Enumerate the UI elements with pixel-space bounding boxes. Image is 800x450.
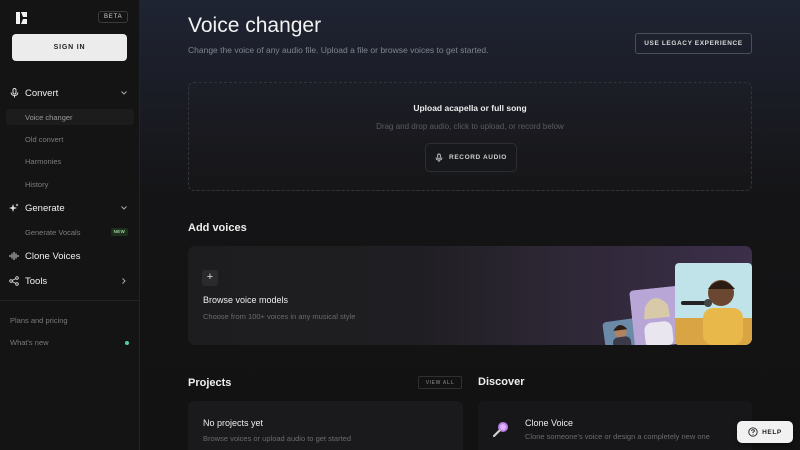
sidebar: BETA SIGN IN Convert Voice changer Old c… <box>0 0 140 450</box>
sparkle-icon <box>9 203 19 213</box>
beta-badge: BETA <box>98 11 129 23</box>
clone-voice-title: Clone Voice <box>525 418 574 428</box>
nav-section-label: Clone Voices <box>25 250 81 262</box>
sidebar-item-label: Generate Vocals <box>25 227 81 237</box>
artist-photo-large <box>675 263 752 345</box>
sidebar-item-harmonies[interactable]: Harmonies <box>6 153 134 169</box>
projects-empty-subtitle: Browse voices or upload audio to get sta… <box>203 434 352 443</box>
chevron-right-icon <box>122 278 126 284</box>
plus-icon: + <box>202 270 218 286</box>
microphone-icon <box>435 153 443 162</box>
nav-section-convert[interactable]: Convert <box>0 83 140 103</box>
record-audio-label: RECORD AUDIO <box>449 154 507 161</box>
main-content: Voice changer Change the voice of any au… <box>140 0 800 450</box>
question-icon <box>748 427 758 437</box>
chevron-down-icon <box>121 91 127 95</box>
view-all-button[interactable]: VIEW ALL <box>418 376 462 389</box>
nav-section-label: Convert <box>25 87 59 99</box>
sidebar-item-history[interactable]: History <box>6 176 134 192</box>
projects-heading: Projects <box>188 377 232 389</box>
microphone-icon <box>9 88 19 98</box>
page-title: Voice changer <box>188 14 322 37</box>
app-root: BETA SIGN IN Convert Voice changer Old c… <box>0 0 800 450</box>
help-button[interactable]: HELP <box>737 421 793 443</box>
sidebar-item-old-convert[interactable]: Old convert <box>6 131 134 147</box>
sidebar-item-voice-changer[interactable]: Voice changer <box>6 109 134 125</box>
tools-icon <box>9 276 19 286</box>
whats-new-link[interactable]: What's new <box>10 338 49 347</box>
logo-icon[interactable] <box>14 10 30 26</box>
microphone-purple-icon <box>492 422 508 438</box>
discover-heading: Discover <box>478 376 525 388</box>
projects-empty-title: No projects yet <box>203 418 264 428</box>
nav-section-generate[interactable]: Generate <box>0 198 140 218</box>
clone-voice-subtitle: Clone someone's voice or design a comple… <box>525 432 710 441</box>
new-badge: NEW <box>110 228 128 236</box>
record-audio-button[interactable]: RECORD AUDIO <box>425 143 517 172</box>
chevron-down-icon <box>121 206 127 210</box>
page-subtitle: Change the voice of any audio file. Uplo… <box>188 45 489 55</box>
use-legacy-experience-button[interactable]: USE LEGACY EXPERIENCE <box>635 33 752 54</box>
waveform-icon <box>9 251 19 261</box>
nav-section-clone-voices[interactable]: Clone Voices <box>0 246 140 266</box>
card-subtitle: Choose from 100+ voices in any musical s… <box>203 312 356 321</box>
nav-section-tools[interactable]: Tools <box>0 271 140 291</box>
plans-and-pricing-link[interactable]: Plans and pricing <box>10 316 68 325</box>
nav-section-label: Generate <box>25 202 65 214</box>
upload-dropzone[interactable]: Upload acapella or full song Drag and dr… <box>188 82 752 191</box>
upload-title: Upload acapella or full song <box>413 103 527 113</box>
card-title: Browse voice models <box>203 295 289 305</box>
sidebar-divider <box>0 300 140 301</box>
nav-section-label: Tools <box>25 275 48 287</box>
sidebar-item-generate-vocals[interactable]: Generate Vocals NEW <box>6 224 134 240</box>
help-label: HELP <box>762 428 782 436</box>
notification-dot <box>125 341 129 345</box>
sign-in-button[interactable]: SIGN IN <box>12 34 127 61</box>
clone-voice-card[interactable]: Clone Voice Clone someone's voice or des… <box>478 401 752 450</box>
browse-voice-models-card[interactable]: + Browse voice models Choose from 100+ v… <box>188 246 752 345</box>
add-voices-heading: Add voices <box>188 222 247 234</box>
projects-empty-card: No projects yet Browse voices or upload … <box>188 401 463 450</box>
upload-subtitle: Drag and drop audio, click to upload, or… <box>376 122 564 131</box>
